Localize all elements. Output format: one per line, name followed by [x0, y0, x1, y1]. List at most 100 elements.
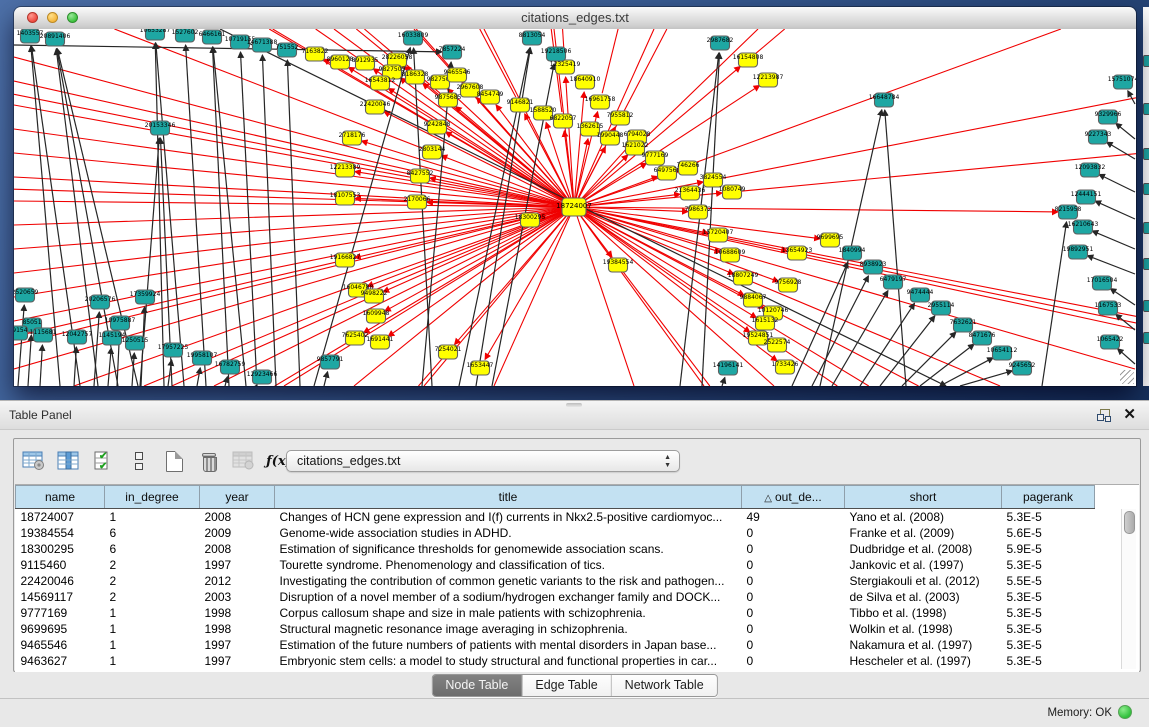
cell-pagerank[interactable]: 5.3E-5 — [1002, 637, 1095, 653]
cell-title[interactable]: Changes of HCN gene expression and I(f) … — [275, 509, 742, 526]
table-scrollbar-thumb[interactable] — [1124, 511, 1135, 534]
table-row[interactable]: 946362711997Embryonic stem cells: a mode… — [16, 653, 1095, 669]
column-header-name[interactable]: name — [16, 486, 105, 509]
column-header-out_de[interactable]: △out_de... — [742, 486, 845, 509]
cell-out_de[interactable]: 0 — [742, 637, 845, 653]
cell-name[interactable]: 9115460 — [16, 557, 105, 573]
cell-pagerank[interactable]: 5.3E-5 — [1002, 557, 1095, 573]
cell-year[interactable]: 1998 — [200, 621, 275, 637]
cell-short[interactable]: Nakamura et al. (1997) — [845, 637, 1002, 653]
table-row[interactable]: 946554611997Estimation of the future num… — [16, 637, 1095, 653]
cell-title[interactable]: Disruption of a novel member of a sodium… — [275, 589, 742, 605]
window-titlebar[interactable]: citations_edges.txt — [14, 7, 1136, 30]
window-resize-grip[interactable] — [1120, 370, 1134, 384]
cell-pagerank[interactable]: 5.9E-5 — [1002, 541, 1095, 557]
cell-pagerank[interactable]: 5.3E-5 — [1002, 589, 1095, 605]
cell-year[interactable]: 2008 — [200, 541, 275, 557]
float-panel-icon[interactable] — [1097, 409, 1111, 422]
cell-in_degree[interactable]: 1 — [105, 653, 200, 669]
cell-title[interactable]: Corpus callosum shape and size in male p… — [275, 605, 742, 621]
table-row[interactable]: 1830029562008Estimation of significance … — [16, 541, 1095, 557]
table-row[interactable]: 1872400712008Changes of HCN gene express… — [16, 509, 1095, 526]
cell-name[interactable]: 9777169 — [16, 605, 105, 621]
cell-pagerank[interactable]: 5.5E-5 — [1002, 573, 1095, 589]
cell-name[interactable]: 14569117 — [16, 589, 105, 605]
cell-name[interactable]: 18724007 — [16, 509, 105, 526]
cell-out_de[interactable]: 0 — [742, 621, 845, 637]
cell-short[interactable]: Stergiakouli et al. (2012) — [845, 573, 1002, 589]
cell-pagerank[interactable]: 5.3E-5 — [1002, 653, 1095, 669]
cell-out_de[interactable]: 0 — [742, 525, 845, 541]
cell-short[interactable]: Dudbridge et al. (2008) — [845, 541, 1002, 557]
cell-name[interactable]: 22420046 — [16, 573, 105, 589]
cell-title[interactable]: Genome-wide association studies in ADHD. — [275, 525, 742, 541]
cell-in_degree[interactable]: 2 — [105, 573, 200, 589]
cell-out_de[interactable]: 0 — [742, 573, 845, 589]
table-row[interactable]: 2242004622012Investigating the contribut… — [16, 573, 1095, 589]
cell-out_de[interactable]: 49 — [742, 509, 845, 526]
table-row[interactable]: 1938455462009Genome-wide association stu… — [16, 525, 1095, 541]
splitter-handle[interactable] — [566, 403, 582, 407]
cell-in_degree[interactable]: 1 — [105, 605, 200, 621]
tab-edge-table[interactable]: Edge Table — [522, 675, 611, 696]
table-settings-button[interactable] — [21, 448, 47, 474]
column-header-in_degree[interactable]: in_degree — [105, 486, 200, 509]
cell-pagerank[interactable]: 5.3E-5 — [1002, 621, 1095, 637]
column-header-pagerank[interactable]: pagerank — [1002, 486, 1095, 509]
cell-name[interactable]: 9699695 — [16, 621, 105, 637]
cell-name[interactable]: 18300295 — [16, 541, 105, 557]
table-source-select[interactable]: citations_edges.txt ▲▼ — [286, 450, 680, 472]
cell-out_de[interactable]: 0 — [742, 541, 845, 557]
citation-network-graph[interactable]: 7163822896012889129352822605898275051654… — [14, 29, 1136, 386]
show-columns-button[interactable] — [56, 448, 82, 474]
cell-year[interactable]: 2009 — [200, 525, 275, 541]
cell-in_degree[interactable]: 1 — [105, 621, 200, 637]
cell-in_degree[interactable]: 2 — [105, 557, 200, 573]
table-row[interactable]: 977716911998Corpus callosum shape and si… — [16, 605, 1095, 621]
cell-title[interactable]: Estimation of significance thresholds fo… — [275, 541, 742, 557]
cell-name[interactable]: 9463627 — [16, 653, 105, 669]
row-height-button[interactable] — [126, 448, 152, 474]
cell-year[interactable]: 1997 — [200, 653, 275, 669]
column-header-year[interactable]: year — [200, 486, 275, 509]
cell-name[interactable]: 9465546 — [16, 637, 105, 653]
cell-title[interactable]: Investigating the contribution of common… — [275, 573, 742, 589]
cell-year[interactable]: 1998 — [200, 605, 275, 621]
cell-year[interactable]: 1997 — [200, 637, 275, 653]
cell-pagerank[interactable]: 5.6E-5 — [1002, 525, 1095, 541]
cell-in_degree[interactable]: 6 — [105, 525, 200, 541]
cell-short[interactable]: Tibbo et al. (1998) — [845, 605, 1002, 621]
cell-title[interactable]: Estimation of the future numbers of pati… — [275, 637, 742, 653]
cell-in_degree[interactable]: 2 — [105, 589, 200, 605]
cell-short[interactable]: de Silva et al. (2003) — [845, 589, 1002, 605]
cell-pagerank[interactable]: 5.3E-5 — [1002, 605, 1095, 621]
close-panel-icon[interactable]: ✕ — [1123, 406, 1136, 424]
tab-node-table[interactable]: Node Table — [432, 675, 522, 696]
cell-year[interactable]: 1997 — [200, 557, 275, 573]
table-scrollbar-track[interactable] — [1121, 509, 1136, 669]
select-columns-button[interactable]: ✔✔ — [91, 448, 117, 474]
cell-title[interactable]: Structural magnetic resonance image aver… — [275, 621, 742, 637]
cell-out_de[interactable]: 0 — [742, 653, 845, 669]
table-row[interactable]: 911546021997Tourette syndrome. Phenomeno… — [16, 557, 1095, 573]
cell-out_de[interactable]: 0 — [742, 557, 845, 573]
cell-in_degree[interactable]: 6 — [105, 541, 200, 557]
cell-out_de[interactable]: 0 — [742, 605, 845, 621]
delete-table-button[interactable] — [196, 448, 222, 474]
cell-in_degree[interactable]: 1 — [105, 509, 200, 526]
table-row[interactable]: 969969511998Structural magnetic resonanc… — [16, 621, 1095, 637]
cell-short[interactable]: Jankovic et al. (1997) — [845, 557, 1002, 573]
new-table-button[interactable] — [161, 448, 187, 474]
cell-name[interactable]: 19384554 — [16, 525, 105, 541]
cell-short[interactable]: Franke et al. (2009) — [845, 525, 1002, 541]
cell-in_degree[interactable]: 1 — [105, 637, 200, 653]
cell-short[interactable]: Hescheler et al. (1997) — [845, 653, 1002, 669]
network-canvas[interactable]: 7163822896012889129352822605898275051654… — [14, 29, 1136, 386]
cell-year[interactable]: 2003 — [200, 589, 275, 605]
cell-out_de[interactable]: 0 — [742, 589, 845, 605]
column-header-title[interactable]: title — [275, 486, 742, 509]
cell-title[interactable]: Embryonic stem cells: a model to study s… — [275, 653, 742, 669]
tab-network-table[interactable]: Network Table — [612, 675, 717, 696]
network-view-window[interactable]: citations_edges.txt 71638228960128891293… — [14, 7, 1136, 386]
cell-short[interactable]: Wolkin et al. (1998) — [845, 621, 1002, 637]
